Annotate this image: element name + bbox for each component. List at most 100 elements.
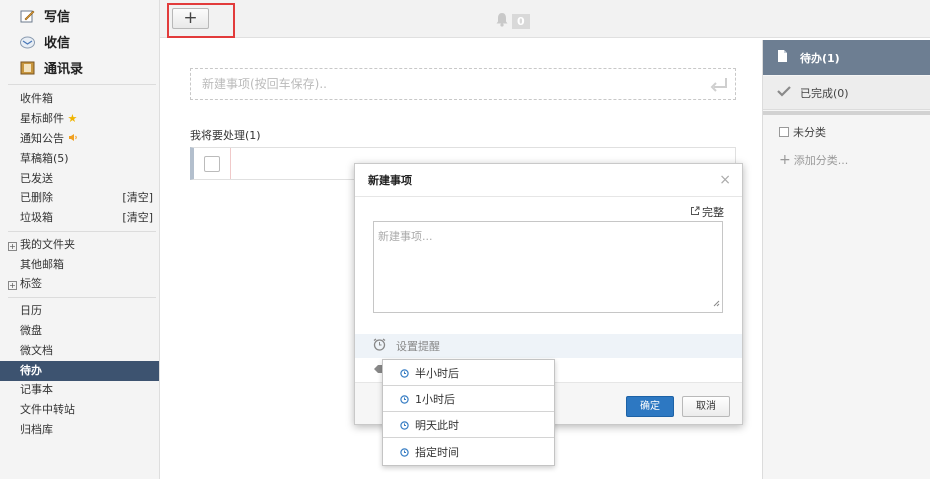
filter-todo[interactable]: 待办(1) bbox=[763, 40, 930, 75]
category-panel: 待办(1) 已完成(0) 未分类 + 添加分类... bbox=[762, 40, 930, 479]
add-category-label: 添加分类... bbox=[793, 154, 849, 167]
star-icon: ★ bbox=[67, 112, 78, 125]
sidebar-item-label: 收件箱 bbox=[20, 92, 53, 105]
divider bbox=[8, 297, 156, 298]
sidebar-item-label: 已发送 bbox=[20, 172, 53, 185]
set-reminder-row[interactable]: 设置提醒 bbox=[355, 334, 742, 358]
checkbox-icon[interactable] bbox=[779, 127, 789, 137]
textarea-placeholder: 新建事项... bbox=[378, 230, 433, 243]
alarm-clock-icon bbox=[400, 368, 409, 378]
sidebar-item-label: 微文档 bbox=[20, 344, 53, 357]
sidebar-item-label: 垃圾箱 bbox=[20, 211, 53, 224]
sidebar-item-notices[interactable]: 通知公告 bbox=[0, 129, 159, 149]
reminder-option-half-hour[interactable]: 半小时后 bbox=[383, 360, 554, 386]
enter-key-icon bbox=[709, 75, 729, 105]
speaker-icon bbox=[68, 132, 78, 145]
alarm-clock-icon bbox=[400, 420, 409, 430]
sidebar-item-todo[interactable]: 待办 bbox=[0, 361, 159, 381]
sidebar-item-other-mailboxes[interactable]: 其他邮箱 bbox=[0, 255, 159, 275]
sidebar-item-calendar[interactable]: 日历 bbox=[0, 301, 159, 321]
contacts-link[interactable]: 通讯录 bbox=[20, 58, 83, 77]
category-label: 未分类 bbox=[793, 126, 826, 139]
divider bbox=[8, 84, 156, 85]
full-edit-label: 完整 bbox=[702, 206, 724, 219]
sidebar-item-archive[interactable]: 归档库 bbox=[0, 420, 159, 440]
alarm-clock-icon bbox=[400, 394, 409, 404]
sidebar-item-deleted[interactable]: 已删除 [清空] bbox=[0, 188, 159, 208]
add-category-link[interactable]: + 添加分类... bbox=[779, 152, 848, 168]
sidebar-item-sent[interactable]: 已发送 bbox=[0, 169, 159, 189]
dialog-header: 新建事项 × bbox=[355, 164, 742, 197]
plus-icon: + bbox=[779, 152, 791, 168]
todo-checkbox[interactable] bbox=[204, 156, 220, 172]
sidebar-item-label: 记事本 bbox=[20, 383, 53, 396]
reminder-option-tomorrow[interactable]: 明天此时 bbox=[383, 412, 554, 438]
compose-label: 写信 bbox=[44, 10, 71, 25]
sidebar-item-label: 归档库 bbox=[20, 423, 53, 436]
menu-item-label: 明天此时 bbox=[415, 418, 459, 432]
sidebar-item-label: 通知公告 bbox=[20, 132, 64, 145]
quick-add-placeholder: 新建事项(按回车保存).. bbox=[202, 77, 327, 91]
toolbar: + 0 bbox=[160, 0, 930, 38]
cancel-button[interactable]: 取消 bbox=[682, 396, 730, 417]
expand-icon[interactable]: + bbox=[8, 281, 17, 290]
todo-textarea[interactable]: 新建事项... bbox=[373, 221, 723, 313]
set-reminder-label: 设置提醒 bbox=[396, 340, 440, 353]
reminder-option-one-hour[interactable]: 1小时后 bbox=[383, 386, 554, 412]
category-uncategorized[interactable]: 未分类 bbox=[779, 124, 826, 140]
dialog-title: 新建事项 bbox=[368, 174, 412, 187]
reminder-count-badge: 0 bbox=[512, 13, 530, 29]
sidebar-item-label: 标签 bbox=[20, 277, 42, 290]
checkmark-icon bbox=[777, 85, 791, 100]
sidebar-item-label: 星标邮件 bbox=[20, 112, 64, 125]
sidebar-item-label: 已删除 bbox=[20, 191, 53, 204]
sidebar-item-docs[interactable]: 微文档 bbox=[0, 341, 159, 361]
envelope-icon bbox=[20, 35, 35, 49]
reminder-menu: 半小时后 1小时后 明天此时 指定时间 bbox=[382, 359, 555, 466]
sidebar-item-label: 草稿箱(5) bbox=[20, 152, 69, 165]
add-todo-button[interactable]: + bbox=[172, 8, 209, 29]
divider bbox=[8, 231, 156, 232]
sidebar-item-transfer[interactable]: 文件中转站 bbox=[0, 400, 159, 420]
expand-icon[interactable]: + bbox=[8, 242, 17, 251]
sidebar-item-notes[interactable]: 记事本 bbox=[0, 380, 159, 400]
sidebar-item-label: 其他邮箱 bbox=[20, 258, 64, 271]
sidebar-item-drafts[interactable]: 草稿箱(5) bbox=[0, 149, 159, 169]
reminder-indicator[interactable]: 0 bbox=[495, 12, 530, 30]
sidebar-item-spam[interactable]: 垃圾箱 [清空] bbox=[0, 208, 159, 228]
alarm-clock-icon bbox=[373, 338, 386, 354]
address-book-icon bbox=[20, 61, 35, 75]
inbox-big-link[interactable]: 收信 bbox=[20, 32, 70, 51]
confirm-button[interactable]: 确定 bbox=[626, 396, 674, 417]
resize-grip-icon[interactable] bbox=[713, 297, 720, 310]
empty-spam-link[interactable]: [清空] bbox=[122, 208, 153, 228]
alarm-clock-icon bbox=[400, 447, 409, 457]
close-icon[interactable]: × bbox=[719, 164, 731, 197]
divider bbox=[763, 111, 930, 115]
contacts-label: 通讯录 bbox=[44, 62, 84, 77]
quick-add-input[interactable]: 新建事项(按回车保存).. bbox=[190, 68, 736, 100]
reminder-option-custom[interactable]: 指定时间 bbox=[383, 438, 554, 465]
sidebar-item-label: 日历 bbox=[20, 304, 42, 317]
inbox-big-label: 收信 bbox=[44, 36, 71, 51]
section-title: 我将要处理(1) bbox=[190, 129, 261, 142]
full-edit-link[interactable]: 完整 bbox=[690, 204, 724, 220]
menu-item-label: 指定时间 bbox=[415, 445, 459, 459]
sidebar-item-label: 待办 bbox=[20, 364, 42, 377]
sidebar-item-label: 文件中转站 bbox=[20, 403, 75, 416]
sidebar-item-my-folders[interactable]: + 我的文件夹 bbox=[0, 235, 159, 255]
external-link-icon bbox=[690, 206, 700, 219]
empty-trash-link[interactable]: [清空] bbox=[122, 188, 153, 208]
pencil-icon bbox=[20, 9, 35, 23]
sidebar-item-inbox[interactable]: 收件箱 bbox=[0, 89, 159, 109]
sidebar-item-tags[interactable]: + 标签 bbox=[0, 274, 159, 294]
menu-item-label: 1小时后 bbox=[415, 392, 455, 406]
bell-icon bbox=[495, 12, 509, 30]
sidebar-item-drive[interactable]: 微盘 bbox=[0, 321, 159, 341]
compose-link[interactable]: 写信 bbox=[20, 6, 70, 25]
sidebar-item-label: 微盘 bbox=[20, 324, 42, 337]
filter-done[interactable]: 已完成(0) bbox=[763, 76, 930, 110]
sidebar: 写信 收信 通讯录 收件箱 星标邮件 ★ 通知公告 草稿箱(5) 已发送 已删除… bbox=[0, 0, 160, 479]
sidebar-item-starred[interactable]: 星标邮件 ★ bbox=[0, 109, 159, 129]
menu-item-label: 半小时后 bbox=[415, 366, 459, 380]
